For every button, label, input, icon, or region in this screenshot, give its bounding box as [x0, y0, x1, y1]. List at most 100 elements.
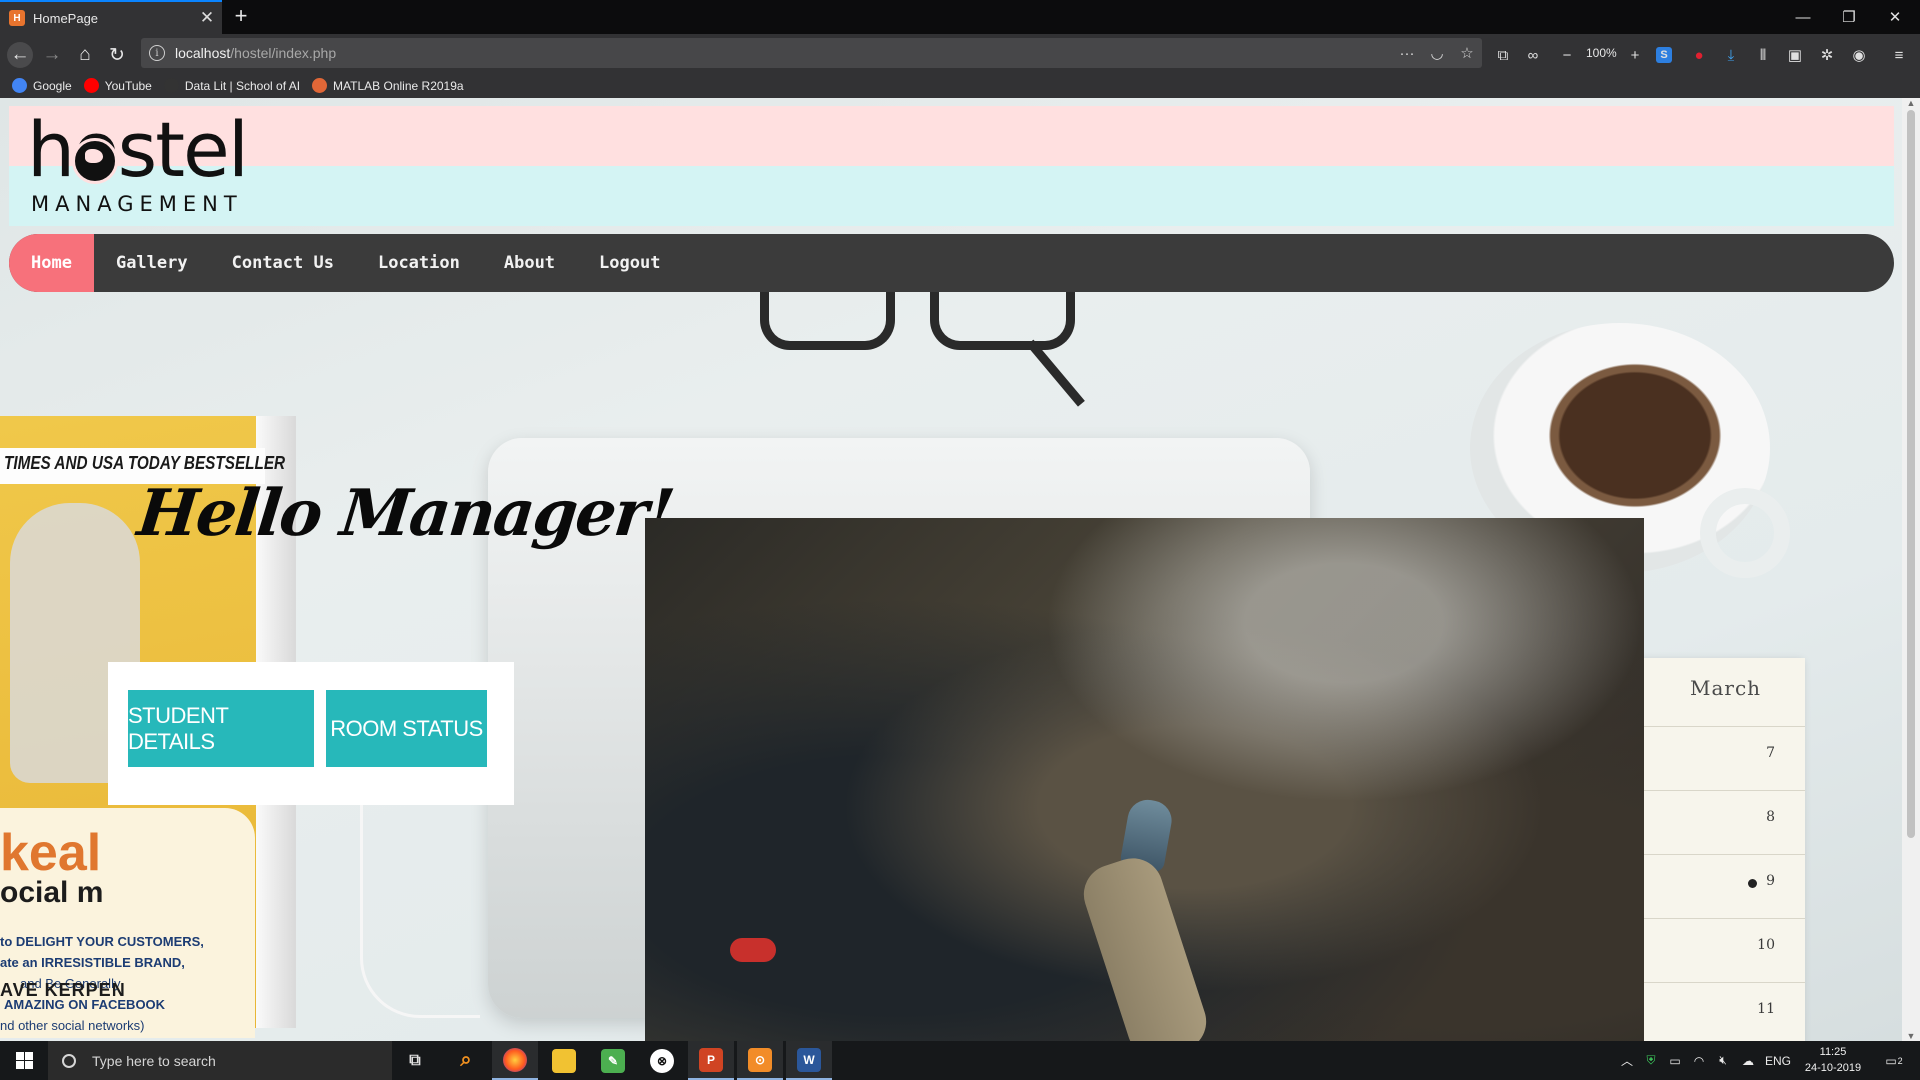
site-logo[interactable]: hostel MANAGEMENT [27, 110, 257, 218]
menu-hamburger-icon[interactable]: ≡ [1888, 44, 1910, 66]
extension-glasses-icon[interactable]: ∞ [1522, 44, 1544, 66]
student-details-button[interactable]: STUDENT DETAILS [128, 690, 314, 767]
room-status-button[interactable]: ROOM STATUS [326, 690, 487, 767]
windows-taskbar: Type here to search ⧉ ⌕ ✎ ⊗ P ⊙ W ︿ ⛨ ▭ … [0, 1041, 1920, 1080]
folder-icon [552, 1048, 576, 1073]
show-hidden-icons-icon[interactable]: ︿ [1618, 1041, 1636, 1080]
hero-image [645, 518, 1644, 1041]
windows-logo-icon [15, 1052, 33, 1069]
restore-button[interactable]: ❐ [1826, 0, 1872, 34]
reload-button[interactable]: ↻ [104, 42, 130, 68]
logo-subtitle: MANAGEMENT [31, 192, 243, 216]
skype-extension-icon[interactable]: S [1656, 47, 1672, 63]
task-view-button[interactable]: ⧉ [392, 1041, 438, 1080]
calendar-dot-icon [1748, 879, 1757, 888]
minimize-button[interactable]: — [1780, 0, 1826, 34]
wifi-icon[interactable]: ◠ [1688, 1041, 1710, 1080]
defender-shield-icon[interactable]: ⛨ [1640, 1041, 1662, 1080]
zoom-level[interactable]: 100% [1586, 46, 1617, 60]
header-band-cyan [9, 166, 1894, 226]
sidebar-icon[interactable]: ▣ [1784, 44, 1806, 66]
nav-link-home[interactable]: Home [9, 234, 94, 292]
bookmark-label: YouTube [104, 78, 152, 93]
globe-icon [72, 138, 118, 184]
volume-muted-icon[interactable]: 🔇︎ [1712, 1041, 1734, 1080]
book-word-text: ocial m [0, 876, 104, 909]
taskbar-app-powerpoint[interactable]: P [688, 1041, 734, 1080]
site-info-icon[interactable]: i [149, 45, 165, 61]
scroll-thumb[interactable] [1907, 110, 1915, 838]
xbox-icon: ⊗ [650, 1048, 674, 1073]
ublock-icon[interactable]: ● [1688, 44, 1710, 66]
notification-count: 2 [1897, 1055, 1903, 1066]
reader-view-icon[interactable]: ⧉ [1492, 44, 1514, 66]
taskbar-app-word[interactable]: W [786, 1041, 832, 1080]
language-indicator[interactable]: ENG [1762, 1041, 1794, 1080]
bookmark-item[interactable]: Google [12, 78, 72, 93]
taskbar-app-xampp[interactable]: ⊙ [737, 1041, 783, 1080]
action-center-button[interactable]: ▭ 2 [1874, 1041, 1914, 1080]
book-line-text: ate an IRRESISTIBLE BRAND, [0, 955, 185, 970]
taskbar-search[interactable]: Type here to search [48, 1041, 392, 1080]
taskbar-app-notepad[interactable]: ✎ [590, 1041, 636, 1080]
book-line-text: nd other social networks) [0, 1018, 145, 1033]
nav-link-logout[interactable]: Logout [577, 234, 682, 292]
account-icon[interactable]: ◉ [1848, 44, 1870, 66]
page-scrollbar[interactable]: ▲ ▼ [1902, 98, 1920, 1041]
downloads-icon[interactable]: ⤓ [1720, 44, 1742, 66]
bookmark-item[interactable]: YouTube [83, 78, 152, 93]
zoom-out-icon[interactable]: − [1556, 44, 1578, 66]
nav-link-gallery[interactable]: Gallery [94, 234, 210, 292]
start-button[interactable] [0, 1041, 48, 1080]
zoom-in-icon[interactable]: + [1624, 44, 1646, 66]
taskbar-clock[interactable]: 11:25 24-10-2019 [1795, 1044, 1871, 1076]
taskbar-app-explorer[interactable] [541, 1041, 587, 1080]
onedrive-icon[interactable]: ☁ [1736, 1041, 1760, 1080]
calendar-day: 11 [1757, 1001, 1775, 1017]
home-button[interactable]: ⌂ [72, 42, 98, 68]
taskbar-app-firefox[interactable] [492, 1041, 538, 1080]
bookmarks-toolbar: Google YouTube Data Lit | School of AI MATL… [0, 73, 1920, 98]
dog-figure [730, 938, 776, 962]
firefox-icon [503, 1047, 527, 1072]
taskbar-app-xbox[interactable]: ⊗ [639, 1041, 685, 1080]
bookmark-label: MATLAB Online R2019a [333, 78, 464, 93]
scroll-up-arrow-icon[interactable]: ▲ [1902, 98, 1920, 108]
browser-tab[interactable]: H HomePage ✕ [0, 0, 222, 34]
page-actions-icon[interactable]: ··· [1392, 45, 1422, 62]
nav-link-location[interactable]: Location [356, 234, 482, 292]
bookmark-item[interactable]: MATLAB Online R2019a [312, 78, 464, 93]
close-window-button[interactable]: ✕ [1872, 0, 1918, 34]
search-placeholder: Type here to search [92, 1052, 216, 1069]
notification-icon: ▭ [1885, 1053, 1897, 1068]
bookmark-star-icon[interactable]: ☆ [1452, 44, 1482, 62]
new-tab-button[interactable]: + [230, 3, 252, 29]
xampp-icon: ⊙ [748, 1047, 772, 1072]
pocket-icon[interactable]: ◡ [1422, 44, 1452, 62]
close-tab-icon[interactable]: ✕ [192, 8, 222, 28]
url-path: /hostel/index.php [230, 45, 337, 61]
settings-gear-icon[interactable]: ✲ [1816, 44, 1838, 66]
back-button[interactable]: ← [7, 42, 33, 68]
url-bar[interactable]: i localhost/hostel/index.php ··· ◡ ☆ [141, 38, 1482, 68]
book-line-text: to DELIGHT YOUR CUSTOMERS, [0, 934, 204, 949]
scroll-down-arrow-icon[interactable]: ▼ [1902, 1031, 1920, 1041]
calendar-month: March [1690, 676, 1762, 700]
battery-icon[interactable]: ▭ [1664, 1041, 1686, 1080]
bookmark-item[interactable]: Data Lit | School of AI [163, 78, 301, 93]
bookmark-label: Data Lit | School of AI [184, 78, 301, 93]
nav-link-contact-us[interactable]: Contact Us [210, 234, 356, 292]
clock-date: 24-10-2019 [1804, 1062, 1862, 1074]
taskbar-app-search[interactable]: ⌕ [443, 1041, 489, 1080]
forward-button[interactable]: → [39, 42, 65, 68]
library-icon[interactable]: ⫴ [1752, 44, 1774, 66]
glasses-decoration [930, 290, 1075, 350]
powerpoint-icon: P [699, 1047, 723, 1072]
logo-wordmark: hostel [27, 105, 249, 194]
school-of-ai-icon [163, 78, 179, 93]
calendar-day: 7 [1766, 745, 1775, 761]
nav-link-about[interactable]: About [482, 234, 577, 292]
action-panel: STUDENT DETAILS ROOM STATUS [108, 662, 514, 805]
glasses-decoration [760, 290, 895, 350]
url-host: localhost [175, 45, 231, 61]
